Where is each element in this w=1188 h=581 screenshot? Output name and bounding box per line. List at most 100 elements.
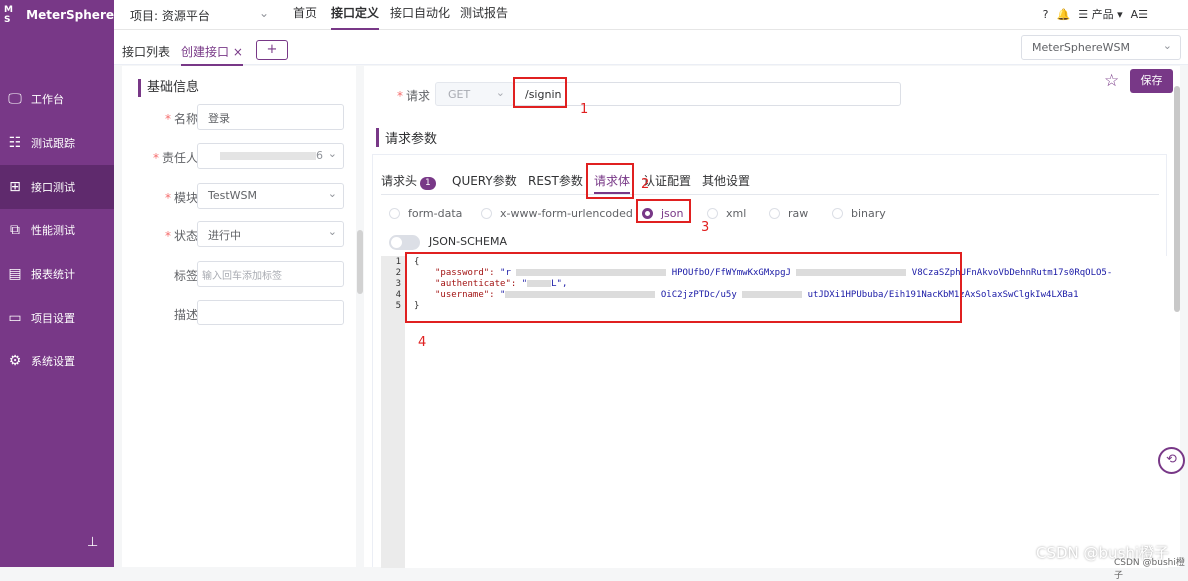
sidebar-item-label: 性能测试 xyxy=(31,224,75,237)
description-textarea[interactable] xyxy=(197,300,344,325)
sidebar-item-api-test[interactable]: ⊞ 接口测试 xyxy=(0,165,114,209)
owner-select[interactable]: 6 ⌄ xyxy=(197,143,344,169)
bell-icon[interactable]: 🔔 xyxy=(1057,8,1071,21)
field-label: * 责任人 xyxy=(152,151,198,165)
star-icon[interactable]: ☆ xyxy=(1104,71,1119,91)
tags-input[interactable]: 输入回车添加标签 xyxy=(197,261,344,287)
save-button[interactable]: 保存 xyxy=(1130,69,1173,93)
name-input[interactable]: 登录 xyxy=(197,104,344,130)
language-icon[interactable]: A☰ xyxy=(1131,8,1148,21)
chevron-down-icon: ⌄ xyxy=(327,225,337,238)
environment-value: MeterSphereWSM xyxy=(1032,41,1130,54)
api-icon: ⊞ xyxy=(9,179,21,195)
sidebar-item-label: 报表统计 xyxy=(31,268,75,281)
tab-headers[interactable]: 请求头 1 xyxy=(381,172,436,190)
redacted-value xyxy=(220,152,316,160)
sidebar-item-reports[interactable]: ▤ 报表统计 xyxy=(0,252,114,296)
sidebar-item-label: 系统设置 xyxy=(31,355,75,368)
radio-dot xyxy=(707,208,718,219)
sidebar-item-test-tracking[interactable]: ☷ 测试跟踪 xyxy=(0,121,114,165)
tab-label: 创建接口 xyxy=(181,45,230,59)
radio-urlencoded[interactable]: x-www-form-urlencoded xyxy=(481,207,633,220)
tab-create-api[interactable]: 创建接口 × xyxy=(181,43,243,66)
annotation-box-3 xyxy=(636,199,691,223)
owner-suffix: 6 xyxy=(316,149,323,162)
radio-xml[interactable]: xml xyxy=(707,207,746,220)
status-select[interactable]: 进行中 ⌄ xyxy=(197,221,344,247)
environment-select[interactable]: MeterSphereWSM ⌄ xyxy=(1021,35,1181,60)
project-selector[interactable]: 项目: 资源平台 xyxy=(130,7,210,24)
panel-scrollbar[interactable] xyxy=(357,230,363,294)
tab-label: 请求头 xyxy=(381,174,418,188)
radio-form-data[interactable]: form-data xyxy=(389,207,462,220)
monitor-icon: 🖵 xyxy=(8,91,22,107)
sidebar-item-performance[interactable]: ⧉ 性能测试 xyxy=(0,208,114,252)
radio-binary[interactable]: binary xyxy=(832,207,886,220)
compass-icon[interactable]: ⟲ xyxy=(1158,447,1185,474)
method-value: GET xyxy=(448,88,471,101)
line-number: 2 xyxy=(395,268,401,278)
chevron-down-icon[interactable]: ⌄ xyxy=(259,6,269,20)
sidebar-item-workbench[interactable]: 🖵 工作台 xyxy=(0,77,114,121)
sidebar-item-label: 接口测试 xyxy=(31,181,75,194)
close-icon[interactable]: × xyxy=(233,45,243,59)
tab-rest[interactable]: REST参数 xyxy=(528,172,583,189)
line-number: 5 xyxy=(395,301,401,311)
radio-label: binary xyxy=(851,207,886,220)
help-icon[interactable]: ? xyxy=(1043,8,1049,21)
product-menu[interactable]: ☰ 产品 ▾ xyxy=(1078,6,1122,22)
sidebar-item-label: 测试跟踪 xyxy=(31,137,75,150)
folder-icon: ▭ xyxy=(8,310,22,326)
menu-home[interactable]: 首页 xyxy=(293,0,317,30)
field-status: * 状态 进行中 ⌄ xyxy=(138,221,348,247)
header-tools: ? 🔔 ☰ 产品 ▾ A☰ xyxy=(1043,6,1148,22)
tab-query[interactable]: QUERY参数 xyxy=(452,172,517,189)
radio-raw[interactable]: raw xyxy=(769,207,808,220)
sidebar: M S MeterSphere 🖵 工作台 ☷ 测试跟踪 ⊞ 接口测试 ⧉ 性能… xyxy=(0,0,114,567)
json-schema-label: JSON-SCHEMA xyxy=(429,235,507,248)
chevron-down-icon: ⌄ xyxy=(327,147,337,160)
section-title: 请求参数 xyxy=(376,128,437,147)
sidebar-item-label: 工作台 xyxy=(31,93,64,106)
url-input[interactable]: /signin xyxy=(514,82,901,106)
sidebar-item-project-settings[interactable]: ▭ 项目设置 xyxy=(0,296,114,340)
field-label: * 状态 xyxy=(164,229,198,243)
line-number: 3 xyxy=(395,279,401,289)
line-number: 1 xyxy=(395,257,401,267)
request-panel: * 请求 GET ⌄ /signin 1 ☆ 保存 请求参数 请求头 1 QUERY… xyxy=(364,66,1180,568)
tab-api-list[interactable]: 接口列表 xyxy=(122,43,170,60)
add-tab-button[interactable]: + xyxy=(256,40,288,60)
tab-other-settings[interactable]: 其他设置 xyxy=(702,172,750,189)
app-logo[interactable]: M S MeterSphere xyxy=(0,0,114,30)
params-card: 请求头 1 QUERY参数 REST参数 请求体 认证配置 其他设置 2 form… xyxy=(372,154,1168,568)
app-name: MeterSphere xyxy=(26,8,114,22)
annotation-number-4: 4 xyxy=(418,335,427,350)
sidebar-item-label: 项目设置 xyxy=(31,312,75,325)
main-scrollbar[interactable] xyxy=(1174,86,1180,312)
section-title: 基础信息 xyxy=(138,79,199,97)
status-value: 进行中 xyxy=(208,229,241,242)
tab-auth[interactable]: 认证配置 xyxy=(643,172,691,189)
field-tags: 标签 输入回车添加标签 xyxy=(138,261,348,287)
menu-api-automation[interactable]: 接口自动化 xyxy=(390,0,450,30)
pin-icon[interactable]: ⊥ xyxy=(87,535,98,550)
radio-dot xyxy=(769,208,780,219)
module-value: TestWSM xyxy=(208,189,258,202)
watermark-small: CSDN @bushi橙子 xyxy=(1114,558,1185,581)
chart-icon: ⧉ xyxy=(10,222,20,238)
field-label: * 模块 xyxy=(164,191,198,205)
method-select[interactable]: GET ⌄ xyxy=(435,82,514,106)
annotation-box-4 xyxy=(405,252,962,323)
json-schema-toggle[interactable] xyxy=(389,235,420,250)
menu-api-definition[interactable]: 接口定义 xyxy=(331,0,380,30)
sidebar-item-system-settings[interactable]: ⚙ 系统设置 xyxy=(0,339,114,383)
radio-label: form-data xyxy=(408,207,463,220)
menu-test-report[interactable]: 测试报告 xyxy=(460,0,508,30)
gears-icon: ⚙ xyxy=(8,353,22,369)
module-select[interactable]: TestWSM ⌄ xyxy=(197,183,344,209)
tab-divider xyxy=(381,194,1159,195)
annotation-number-2: 2 xyxy=(641,177,650,192)
tabs-bar: 接口列表 创建接口 × + MeterSphereWSM ⌄ xyxy=(114,30,1188,66)
logo-mark-icon: M S xyxy=(4,5,13,25)
line-number: 4 xyxy=(395,290,401,300)
